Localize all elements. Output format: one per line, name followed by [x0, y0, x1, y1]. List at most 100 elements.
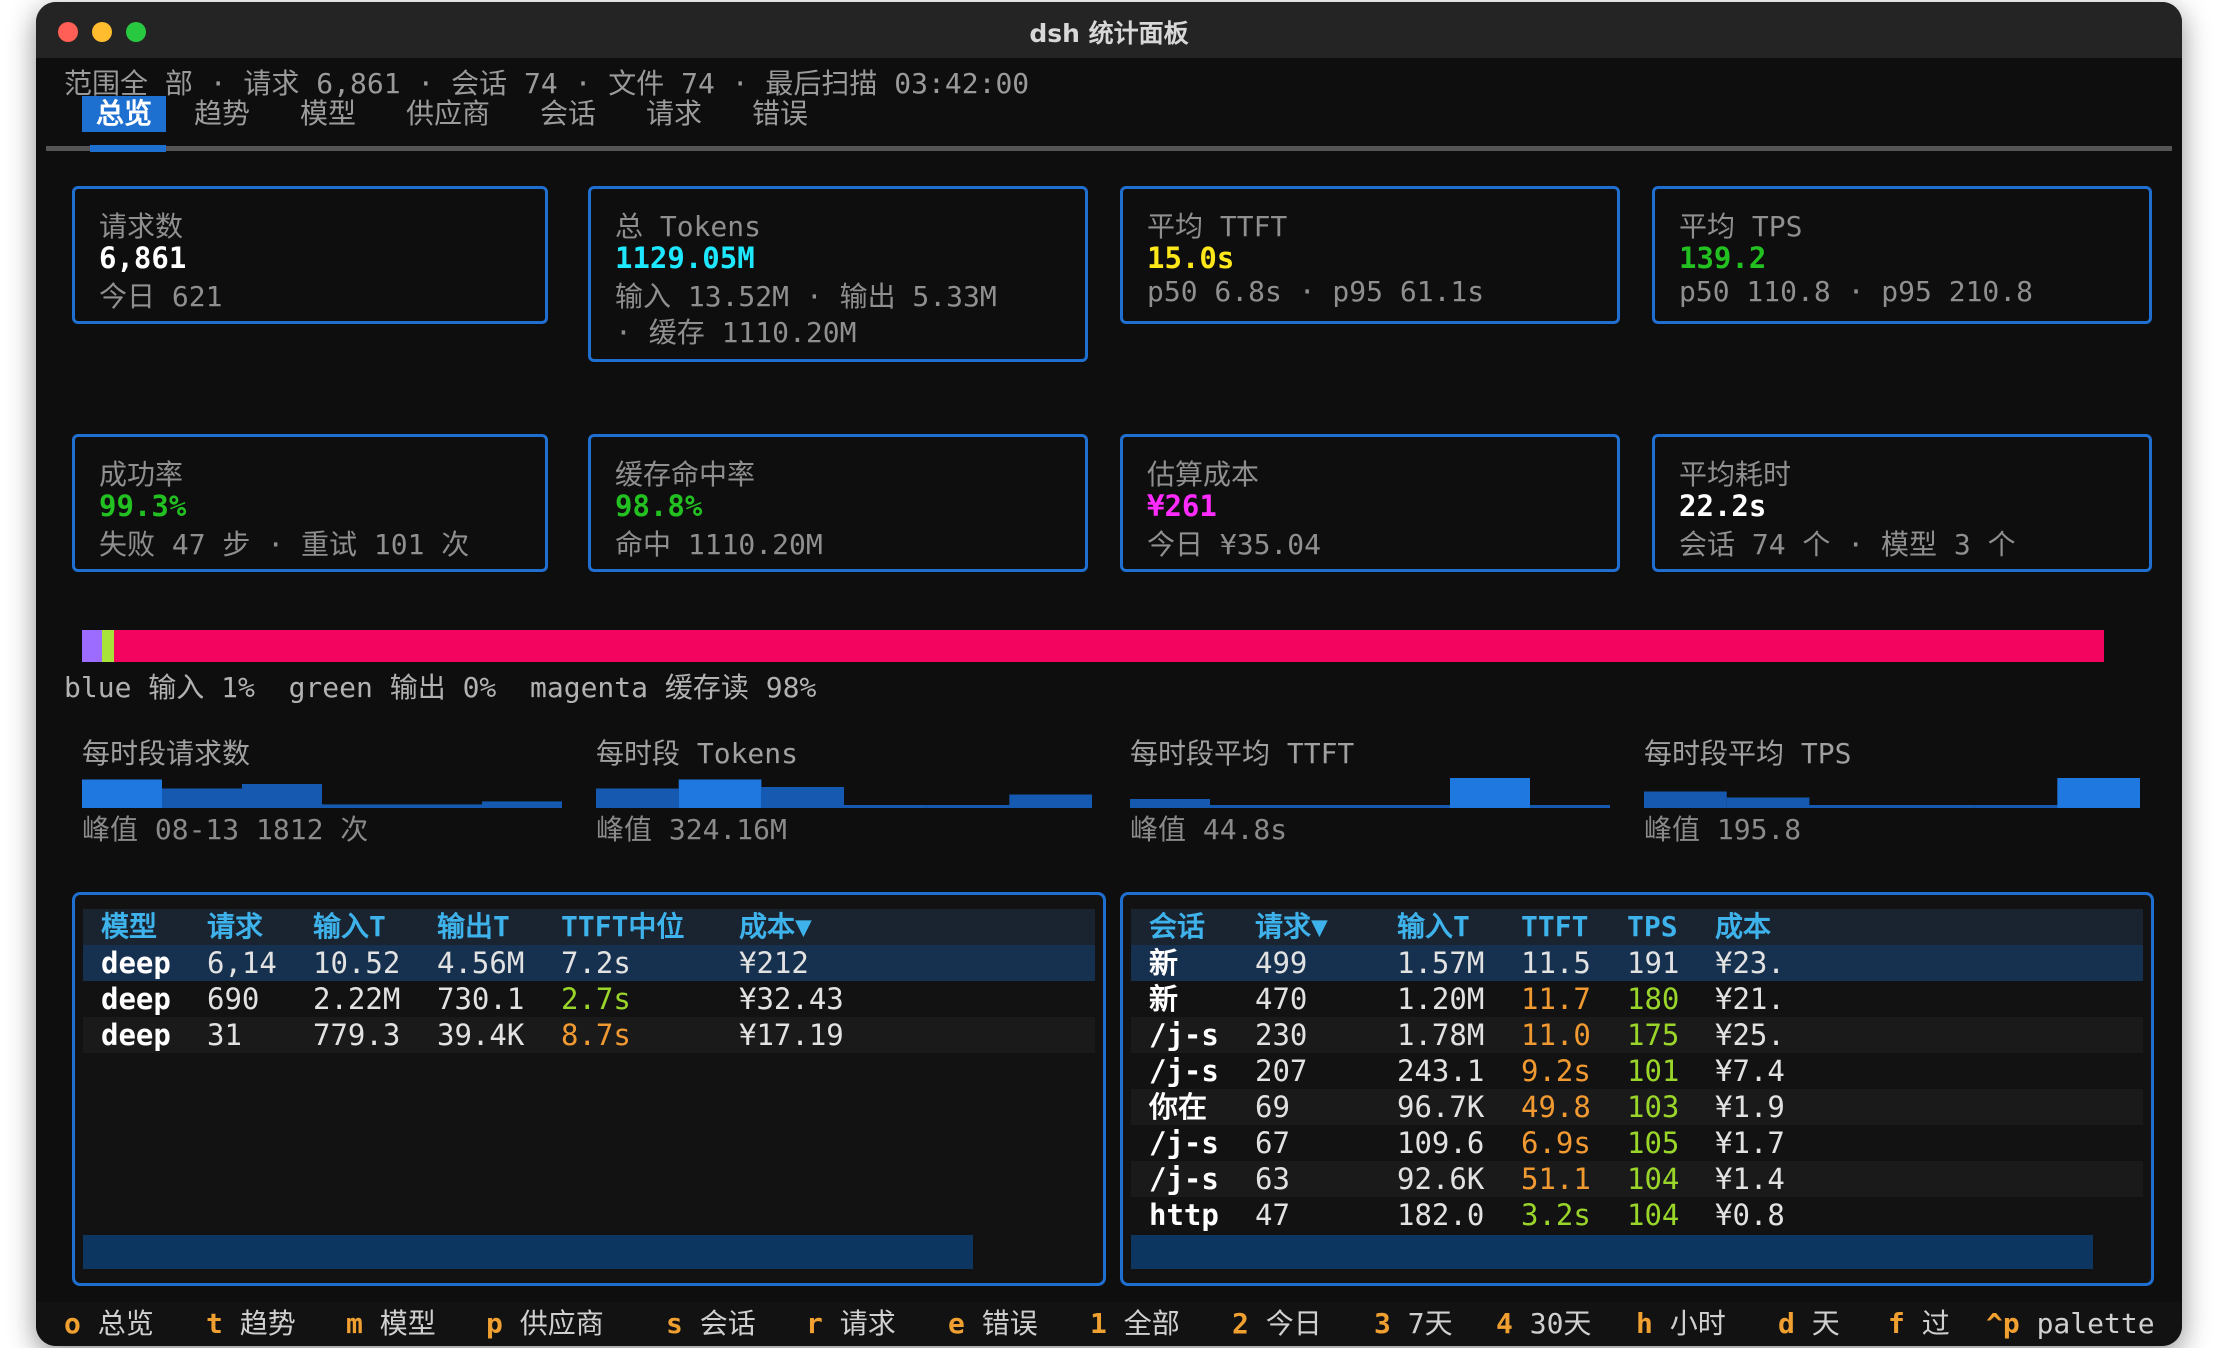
- tab-overview[interactable]: 总览: [82, 96, 167, 132]
- cell-ttft: 11.7: [1521, 982, 1591, 1016]
- table-row[interactable]: /j-s 207 243.1 9.2s 101 ¥7.4: [1131, 1053, 2143, 1089]
- card-value: 1129.05M: [615, 241, 755, 275]
- shortcut-today[interactable]: 2 今日: [1232, 1306, 1322, 1342]
- cell-ttft: 51.1: [1521, 1162, 1591, 1196]
- table-row[interactable]: deep 31 779.3 39.4K 8.7s ¥17.19: [83, 1017, 1095, 1053]
- table-row[interactable]: http 47 182.0 3.2s 104 ¥0.8: [1131, 1197, 2143, 1233]
- table-row[interactable]: /j-s 230 1.78M 11.0 175 ¥25.: [1131, 1017, 2143, 1053]
- cell-ttft: 11.0: [1521, 1018, 1591, 1052]
- shortcut-all[interactable]: 1 全部: [1090, 1306, 1180, 1342]
- shortcut-hour[interactable]: h 小时: [1636, 1306, 1726, 1342]
- tab-trends[interactable]: 趋势: [180, 96, 264, 132]
- card-estimated-cost: 估算成本 ¥261 今日 ¥35.04: [1120, 434, 1620, 572]
- cell-ttft: 11.5: [1521, 946, 1591, 980]
- shortcut-day[interactable]: d 天: [1778, 1306, 1840, 1342]
- shortcut-7days[interactable]: 3 7天: [1374, 1306, 1453, 1342]
- shortcut-trends[interactable]: t 趋势: [206, 1306, 296, 1342]
- sparkline-chart: [1644, 778, 2140, 808]
- tab-sessions[interactable]: 会话: [526, 96, 610, 132]
- shortcut-providers[interactable]: p 供应商: [486, 1306, 604, 1342]
- col-input-tokens[interactable]: 输入T: [313, 909, 386, 945]
- shortcut-overview[interactable]: o 总览: [64, 1306, 154, 1342]
- col-cost[interactable]: 成本: [1715, 909, 1771, 945]
- shortcut-palette[interactable]: ^p palette: [1986, 1306, 2155, 1342]
- table-row[interactable]: deep 690 2.22M 730.1 2.7s ¥32.43: [83, 981, 1095, 1017]
- cell-input: 92.6K: [1397, 1162, 1485, 1196]
- table-row[interactable]: 新 499 1.57M 11.5 191 ¥23.: [1131, 945, 2143, 981]
- cell-requests: 470: [1255, 982, 1308, 1016]
- table-row[interactable]: /j-s 63 92.6K 51.1 104 ¥1.4: [1131, 1161, 2143, 1197]
- col-requests[interactable]: 请求: [207, 909, 263, 945]
- col-model[interactable]: 模型: [101, 909, 157, 945]
- cell-model: deep: [101, 1018, 171, 1052]
- sparkline-bar: [844, 805, 927, 808]
- token-mix-segment: [102, 630, 115, 662]
- sparkline-bar: [596, 788, 679, 808]
- cell-session: 新: [1149, 982, 1179, 1016]
- card-value: ¥261: [1147, 489, 1217, 523]
- horizontal-scrollbar[interactable]: [83, 1235, 973, 1269]
- horizontal-scrollbar[interactable]: [1131, 1235, 2093, 1269]
- cell-input: 1.20M: [1397, 982, 1485, 1016]
- cell-session: 新: [1149, 946, 1179, 980]
- cell-ttft: 2.7s: [561, 982, 631, 1016]
- col-ttft-median[interactable]: TTFT中位: [561, 909, 684, 945]
- sparkline-ttft: 每时段平均 TTFT 峰值 44.8s: [1130, 732, 1610, 852]
- cell-tps: 191: [1627, 946, 1680, 980]
- active-tab-indicator: [90, 145, 166, 152]
- card-sub: 今日 621: [99, 280, 223, 313]
- tab-models[interactable]: 模型: [286, 96, 370, 132]
- sparkline-bar: [926, 805, 1010, 808]
- card-sub: p50 110.8 · p95 210.8: [1679, 275, 2034, 308]
- shortcut-models[interactable]: m 模型: [346, 1306, 436, 1342]
- cell-tps: 104: [1627, 1198, 1680, 1232]
- cell-ttft: 49.8: [1521, 1090, 1591, 1124]
- cell-cost: ¥32.43: [739, 982, 844, 1016]
- token-mix-segment: [82, 630, 103, 662]
- sessions-table-header: 会话 请求▼ 输入T TTFT TPS 成本: [1131, 909, 2143, 945]
- cell-session: /j-s: [1149, 1126, 1219, 1160]
- tab-underline: [46, 146, 2172, 151]
- tab-requests[interactable]: 请求: [632, 96, 716, 132]
- cell-ttft: 8.7s: [561, 1018, 631, 1052]
- col-input-tokens[interactable]: 输入T: [1397, 909, 1470, 945]
- col-session[interactable]: 会话: [1149, 909, 1205, 945]
- sparkline-bar: [1809, 805, 1892, 808]
- card-label: 成功率: [99, 458, 184, 491]
- shortcut-sessions[interactable]: s 会话: [666, 1306, 756, 1342]
- sparkline-bar: [1370, 805, 1450, 808]
- cell-cost: ¥7.4: [1715, 1054, 1785, 1088]
- tab-errors[interactable]: 错误: [738, 96, 822, 132]
- cell-requests: 690: [207, 982, 260, 1016]
- sparkline-bar: [82, 779, 162, 808]
- token-mix-legend: blue 输入 1% green 输出 0% magenta 缓存读 98%: [64, 671, 817, 704]
- sparkline-bar: [1530, 805, 1610, 808]
- status-bar: o 总览 t 趋势 m 模型 p 供应商 s 会话 r 请求 e 错误 1 全部…: [36, 1302, 2182, 1346]
- table-row[interactable]: 你在 69 96.7K 49.8 103 ¥1.9: [1131, 1089, 2143, 1125]
- sparkline-peak: 峰值 324.16M: [596, 813, 787, 846]
- table-row[interactable]: /j-s 67 109.6 6.9s 105 ¥1.7: [1131, 1125, 2143, 1161]
- card-avg-ttft: 平均 TTFT 15.0s p50 6.8s · p95 61.1s: [1120, 186, 1620, 324]
- shortcut-requests[interactable]: r 请求: [806, 1306, 896, 1342]
- shortcut-errors[interactable]: e 错误: [948, 1306, 1038, 1342]
- col-tps[interactable]: TPS: [1627, 909, 1678, 945]
- sparkline-requests: 每时段请求数 峰值 08-13 1812 次: [82, 732, 562, 852]
- col-cost[interactable]: 成本▼: [739, 909, 812, 945]
- cell-model: deep: [101, 946, 171, 980]
- cell-ttft: 6.9s: [1521, 1126, 1591, 1160]
- cell-input: 779.3: [313, 1018, 401, 1052]
- col-requests[interactable]: 请求▼: [1255, 909, 1328, 945]
- table-row[interactable]: deep 6,14 10.52 4.56M 7.2s ¥212: [83, 945, 1095, 981]
- card-avg-tps: 平均 TPS 139.2 p50 110.8 · p95 210.8: [1652, 186, 2152, 324]
- cell-input: 10.52: [313, 946, 401, 980]
- shortcut-filter[interactable]: f 过: [1888, 1306, 1950, 1342]
- col-output-tokens[interactable]: 输出T: [437, 909, 510, 945]
- cell-input: 1.57M: [1397, 946, 1485, 980]
- cell-session: http: [1149, 1198, 1219, 1232]
- col-ttft[interactable]: TTFT: [1521, 909, 1588, 945]
- shortcut-30days[interactable]: 4 30天: [1496, 1306, 1591, 1342]
- card-label: 平均耗时: [1679, 458, 1792, 491]
- cell-requests: 63: [1255, 1162, 1290, 1196]
- tab-providers[interactable]: 供应商: [392, 96, 504, 132]
- table-row[interactable]: 新 470 1.20M 11.7 180 ¥21.: [1131, 981, 2143, 1017]
